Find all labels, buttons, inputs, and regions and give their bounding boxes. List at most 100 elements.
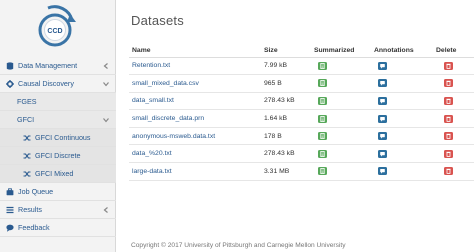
summarized-file-icon[interactable] xyxy=(318,114,327,123)
shuffle-icon xyxy=(22,133,31,142)
delete-trash-icon[interactable] xyxy=(444,167,453,176)
table-row: small_discrete_data.prn 1.64 kB xyxy=(129,109,474,128)
footer-copyright: Copyright © 2017 University of Pittsburg… xyxy=(131,242,346,249)
sidebar-item-label: Data Management xyxy=(18,61,78,70)
summarized-file-icon[interactable] xyxy=(318,96,327,105)
sidebar-item-label: GFCI xyxy=(17,115,35,124)
column-header-delete: Delete xyxy=(433,44,474,58)
delete-trash-icon[interactable] xyxy=(444,132,453,141)
comment-icon xyxy=(5,223,14,232)
database-icon xyxy=(5,61,14,70)
sidebar-item-gfci-mixed[interactable]: GFCI Mixed xyxy=(0,165,116,183)
delete-cell xyxy=(433,144,474,164)
annotations-comment-icon[interactable] xyxy=(378,167,387,176)
annotations-comment-icon[interactable] xyxy=(378,79,387,88)
delete-cell xyxy=(433,109,474,128)
logo-text: CCD xyxy=(47,28,62,35)
annotations-cell xyxy=(371,144,433,164)
annotations-comment-icon[interactable] xyxy=(378,132,387,141)
list-icon xyxy=(5,205,14,214)
column-header-name[interactable]: Name xyxy=(129,44,261,58)
sidebar-item-fges[interactable]: FGES xyxy=(0,93,116,111)
dataset-name-link[interactable]: data_%20.txt xyxy=(129,144,261,164)
sidebar-item-gfci[interactable]: GFCI xyxy=(0,111,116,129)
summarized-file-icon[interactable] xyxy=(318,61,327,70)
annotations-cell xyxy=(371,57,433,76)
sidebar: CCD Data Management Causal Discovery FGE… xyxy=(0,0,116,252)
table-header-row: Name Size Summarized Annotations Delete xyxy=(129,44,474,58)
annotations-comment-icon[interactable] xyxy=(378,96,387,105)
dataset-name-link[interactable]: large-data.txt xyxy=(129,162,261,181)
column-header-size[interactable]: Size xyxy=(261,44,311,58)
sidebar-item-label: GFCI Continuous xyxy=(35,133,91,142)
delete-trash-icon[interactable] xyxy=(444,96,453,105)
sidebar-item-label: GFCI Discrete xyxy=(35,151,81,160)
dataset-size: 965 B xyxy=(261,74,311,93)
summarized-cell xyxy=(311,74,371,93)
summarized-file-icon[interactable] xyxy=(318,79,327,88)
chevron-down-icon xyxy=(102,116,110,124)
summarized-cell xyxy=(311,127,371,146)
sidebar-item-causal-discovery[interactable]: Causal Discovery xyxy=(0,75,116,93)
annotations-comment-icon[interactable] xyxy=(378,114,387,123)
table-row: anonymous-msweb.data.txt 178 B xyxy=(129,127,474,146)
delete-cell xyxy=(433,127,474,146)
summarized-cell xyxy=(311,162,371,181)
table-row: Retention.txt 7.99 kB xyxy=(129,57,474,76)
summarized-file-icon[interactable] xyxy=(318,132,327,141)
briefcase-icon xyxy=(5,187,14,196)
dataset-name-link[interactable]: Retention.txt xyxy=(129,57,261,76)
dataset-name-link[interactable]: anonymous-msweb.data.txt xyxy=(129,127,261,146)
ccd-logo[interactable]: CCD xyxy=(34,5,78,51)
annotations-cell xyxy=(371,74,433,93)
page-title: Datasets xyxy=(131,13,184,28)
datasets-table: Name Size Summarized Annotations Delete … xyxy=(129,44,474,181)
gear-icon xyxy=(5,79,14,88)
delete-cell xyxy=(433,74,474,93)
annotations-comment-icon[interactable] xyxy=(378,149,387,158)
dataset-name-link[interactable]: small_mixed_data.csv xyxy=(129,74,261,93)
delete-trash-icon[interactable] xyxy=(444,61,453,70)
sidebar-item-label: GFCI Mixed xyxy=(35,169,74,178)
dataset-size: 278.43 kB xyxy=(261,144,311,164)
annotations-cell xyxy=(371,127,433,146)
table-row: data_small.txt 278.43 kB xyxy=(129,92,474,111)
sidebar-item-gfci-continuous[interactable]: GFCI Continuous xyxy=(0,129,116,147)
sidebar-item-data-management[interactable]: Data Management xyxy=(0,57,116,75)
sidebar-item-label: Causal Discovery xyxy=(18,79,74,88)
dataset-name-link[interactable]: data_small.txt xyxy=(129,92,261,111)
annotations-cell xyxy=(371,92,433,111)
shuffle-icon xyxy=(22,151,31,160)
sidebar-item-label: FGES xyxy=(17,97,37,106)
summarized-cell xyxy=(311,57,371,76)
sidebar-item-feedback[interactable]: Feedback xyxy=(0,219,116,237)
summarized-cell xyxy=(311,92,371,111)
chevron-down-icon xyxy=(102,80,110,88)
sidebar-item-results[interactable]: Results xyxy=(0,201,116,219)
column-header-summarized: Summarized xyxy=(311,44,371,58)
delete-cell xyxy=(433,57,474,76)
delete-cell xyxy=(433,92,474,111)
column-header-annotations: Annotations xyxy=(371,44,433,58)
summarized-cell xyxy=(311,144,371,164)
table-row: large-data.txt 3.31 MB xyxy=(129,162,474,181)
delete-trash-icon[interactable] xyxy=(444,149,453,158)
dataset-size: 178 B xyxy=(261,127,311,146)
sidebar-item-gfci-discrete[interactable]: GFCI Discrete xyxy=(0,147,116,165)
delete-trash-icon[interactable] xyxy=(444,79,453,88)
sidebar-item-job-queue[interactable]: Job Queue xyxy=(0,183,116,201)
sidebar-item-label: Feedback xyxy=(18,223,50,232)
chevron-left-icon xyxy=(102,62,110,70)
main-content: Datasets Name Size Summarized Annotation… xyxy=(117,0,474,252)
delete-trash-icon[interactable] xyxy=(444,114,453,123)
delete-cell xyxy=(433,162,474,181)
summarized-cell xyxy=(311,109,371,128)
dataset-size: 7.99 kB xyxy=(261,57,311,76)
summarized-file-icon[interactable] xyxy=(318,149,327,158)
dataset-name-link[interactable]: small_discrete_data.prn xyxy=(129,109,261,128)
table-row: small_mixed_data.csv 965 B xyxy=(129,74,474,93)
annotations-comment-icon[interactable] xyxy=(378,61,387,70)
sidebar-menu: Data Management Causal Discovery FGES GF… xyxy=(0,57,116,237)
summarized-file-icon[interactable] xyxy=(318,167,327,176)
table-row: data_%20.txt 278.43 kB xyxy=(129,144,474,164)
